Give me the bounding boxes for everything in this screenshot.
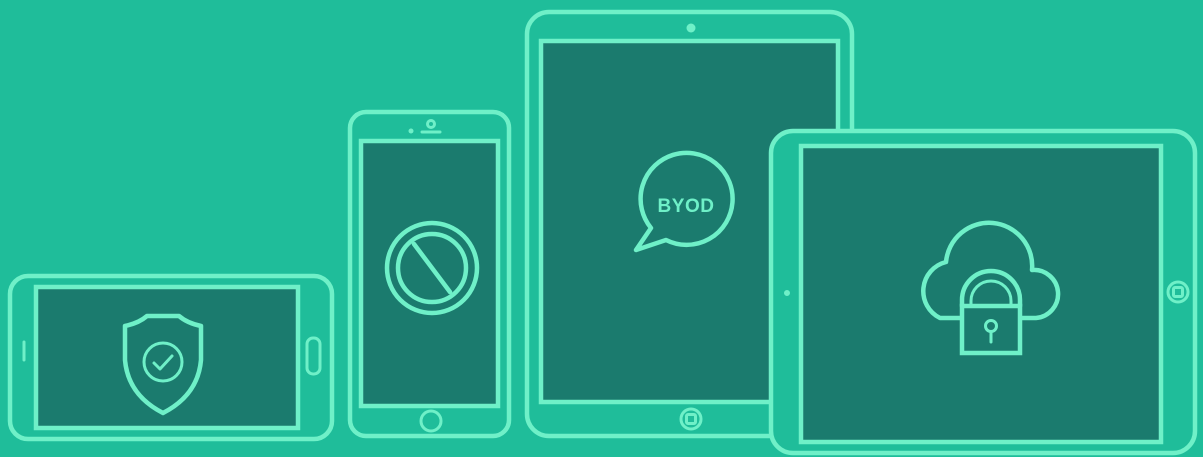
tablet-landscape — [768, 128, 1198, 456]
devices-artwork: BYOD — [7, 9, 1198, 456]
camera-dot-icon — [686, 23, 696, 33]
phone-portrait — [347, 109, 512, 439]
phone-landscape — [7, 273, 335, 442]
camera-dot-icon — [784, 290, 790, 296]
byod-label: BYOD — [658, 196, 715, 217]
byod-illustration: BYOD — [0, 0, 1203, 457]
